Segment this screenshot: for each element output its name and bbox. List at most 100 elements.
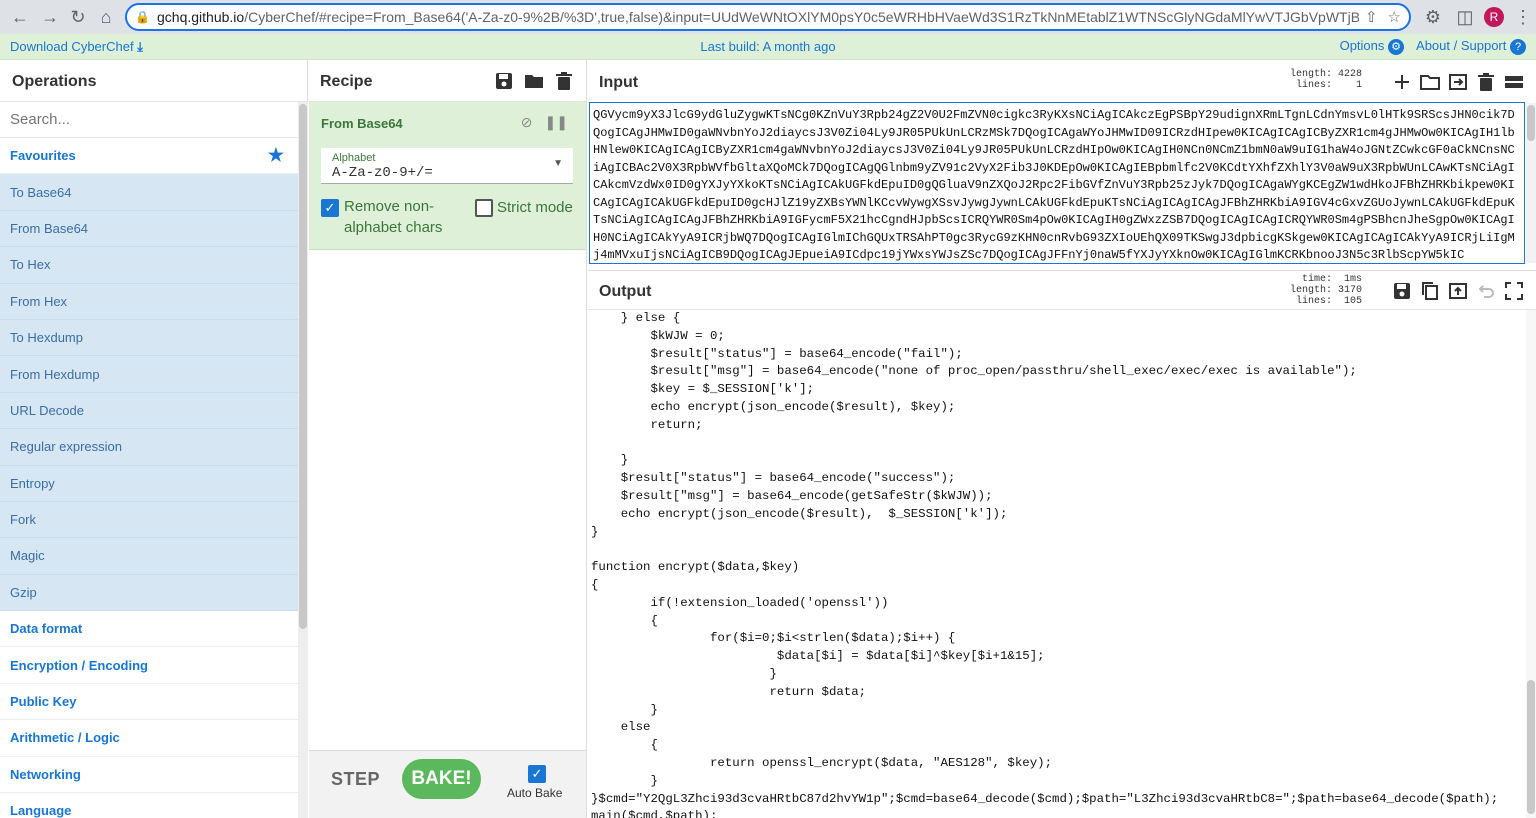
category-encryption-encoding[interactable]: Encryption / Encoding xyxy=(0,647,298,684)
output-line: return; xyxy=(591,417,703,432)
output-scrollbar[interactable] xyxy=(1526,310,1536,818)
auto-bake-checkbox[interactable]: ✓ xyxy=(528,765,546,783)
operation-regular-expression[interactable]: Regular expression xyxy=(0,429,298,466)
save-icon[interactable] xyxy=(494,71,514,91)
strict-mode-checkbox[interactable] xyxy=(475,199,493,217)
extensions-icon[interactable]: ⚙ xyxy=(1420,3,1446,31)
operation-url-decode[interactable]: URL Decode xyxy=(0,392,298,430)
open-file-icon[interactable] xyxy=(1448,72,1468,92)
category-language[interactable]: Language xyxy=(0,793,298,818)
output-line: return $data; xyxy=(591,684,867,699)
bake-button[interactable]: BAKE! xyxy=(402,759,481,799)
operation-fork[interactable]: Fork xyxy=(0,501,298,539)
output-line: else xyxy=(591,720,651,735)
alphabet-value: A-Za-z0-9+/= xyxy=(332,165,433,181)
recipe-panel: Recipe From Base64 ⊘ ❚❚ Alphabet A-Za-z0… xyxy=(309,60,587,818)
alphabet-label: Alphabet xyxy=(332,152,376,164)
clear-input-trash-icon[interactable] xyxy=(1476,72,1496,92)
operation-to-hexdump[interactable]: To Hexdump xyxy=(0,319,298,357)
output-line: { xyxy=(591,577,599,592)
browser-toolbar: ← → ↻ ⌂ 🔒 gchq.github.io/CyberChef/#reci… xyxy=(0,0,1536,34)
options-label: Options xyxy=(1339,38,1385,53)
disable-icon[interactable]: ⊘ xyxy=(521,114,533,131)
options-link[interactable]: Options ⚙ xyxy=(1339,38,1405,55)
operation-magic[interactable]: Magic xyxy=(0,538,298,575)
category-public-key[interactable]: Public Key xyxy=(0,684,298,721)
url-text[interactable]: gchq.github.io/CyberChef/#recipe=From_Ba… xyxy=(157,9,1359,25)
download-label: Download CyberChef xyxy=(10,39,134,54)
input-lines-value: 1 xyxy=(1355,80,1362,91)
step-button[interactable]: STEP xyxy=(331,769,380,790)
share-icon[interactable]: ⇧ xyxy=(1365,8,1378,26)
back-icon[interactable]: ← xyxy=(6,3,34,31)
output-line: $key = $_SESSION['k']; xyxy=(591,382,815,397)
sidepanel-icon[interactable]: ◫ xyxy=(1452,3,1478,31)
output-line: } xyxy=(591,702,658,717)
auto-bake-label: Auto Bake xyxy=(507,786,563,800)
category-data-format[interactable]: Data format xyxy=(0,611,298,648)
output-line: if(!extension_loaded('openssl')) xyxy=(591,595,889,610)
last-build-text: Last build: A month ago xyxy=(700,39,836,54)
about-support-link[interactable]: About / Support ? xyxy=(1416,38,1526,55)
output-time-label: time: xyxy=(1301,274,1332,285)
operation-from-hex[interactable]: From Hex xyxy=(0,283,298,320)
output-line: } xyxy=(591,524,599,539)
output-length-value: 3170 xyxy=(1337,285,1362,296)
top-banner: Download CyberChef ⤓ Last build: A month… xyxy=(0,34,1536,60)
input-textarea[interactable]: QGVycm9yX3JlcG9ydGluZygwKTsNCg0KZnVuY3Rp… xyxy=(589,102,1525,264)
maximise-icon[interactable] xyxy=(1504,281,1524,301)
output-line: $kWJW = 0; xyxy=(591,328,725,343)
output-lines-value: 105 xyxy=(1343,296,1362,307)
lock-icon[interactable]: 🔒 xyxy=(135,10,157,24)
operation-entropy[interactable]: Entropy xyxy=(0,465,298,502)
input-length-value: 4228 xyxy=(1337,69,1362,80)
download-cyberchef-link[interactable]: Download CyberChef ⤓ xyxy=(10,39,143,55)
alphabet-select[interactable]: Alphabet A-Za-z0-9+/= ▼ xyxy=(321,148,573,184)
remove-non-alpha-label: Remove non-alphabet chars xyxy=(344,198,443,236)
menu-icon[interactable]: ⋮ xyxy=(1510,3,1536,31)
add-tab-icon[interactable] xyxy=(1392,72,1412,92)
operation-from-hexdump[interactable]: From Hexdump xyxy=(0,356,298,393)
output-header: Output time: 1ms length: 3170 lines: 105 xyxy=(588,270,1536,310)
open-folder-icon[interactable] xyxy=(1420,72,1440,92)
output-line: $result["msg"] = base64_encode(getSafeSt… xyxy=(591,488,993,503)
folder-icon[interactable] xyxy=(524,71,544,91)
copy-icon[interactable] xyxy=(1420,281,1440,301)
output-line: $result["status"] = base64_encode("fail"… xyxy=(591,346,963,361)
replace-input-icon[interactable] xyxy=(1448,281,1468,301)
operation-gzip[interactable]: Gzip xyxy=(0,574,298,612)
operation-from-base64[interactable]: From Base64 xyxy=(0,210,298,248)
chevron-down-icon: ▼ xyxy=(553,158,563,169)
output-text-area[interactable]: } else { $kWJW = 0; $result["status"] = … xyxy=(591,310,1523,818)
address-bar[interactable]: 🔒 gchq.github.io/CyberChef/#recipe=From_… xyxy=(125,3,1411,31)
output-line: $result["msg"] = base64_encode("none of … xyxy=(591,364,1357,379)
category-arithmetic-logic[interactable]: Arithmetic / Logic xyxy=(0,720,298,757)
help-icon: ? xyxy=(1510,38,1526,55)
input-stats: length: 4228 lines: 1 xyxy=(1276,69,1362,91)
trash-icon[interactable] xyxy=(554,71,574,91)
forward-icon[interactable]: → xyxy=(36,3,64,31)
profile-avatar[interactable]: R xyxy=(1484,7,1504,27)
reload-icon[interactable]: ↻ xyxy=(64,3,92,31)
input-length-label: length: xyxy=(1289,69,1332,80)
bookmark-star-icon[interactable]: ☆ xyxy=(1388,8,1401,26)
remove-non-alpha-checkbox[interactable]: ✓ xyxy=(321,199,339,217)
output-line: } xyxy=(591,666,777,681)
operations-scrollbar[interactable] xyxy=(298,102,308,818)
undo-icon[interactable] xyxy=(1476,281,1496,301)
category-networking[interactable]: Networking xyxy=(0,757,298,794)
pause-icon[interactable]: ❚❚ xyxy=(545,114,568,131)
category-favourites[interactable]: Favourites ★ xyxy=(0,138,298,175)
layout-icon[interactable] xyxy=(1504,72,1524,92)
save-output-icon[interactable] xyxy=(1392,281,1412,301)
operation-to-hex[interactable]: To Hex xyxy=(0,247,298,284)
operations-list: Favourites ★ To Base64 From Base64 To Hex… xyxy=(0,138,298,818)
operations-search-input[interactable] xyxy=(0,102,298,138)
operation-to-base64[interactable]: To Base64 xyxy=(0,174,298,211)
io-panel: Input length: 4228 lines: 1 QGVycm9yX3Jl… xyxy=(588,60,1536,818)
home-icon[interactable]: ⌂ xyxy=(92,3,120,31)
output-line: } xyxy=(591,453,629,468)
input-scrollbar[interactable] xyxy=(1526,103,1536,263)
output-line: echo encrypt(json_encode($result), $key)… xyxy=(591,399,956,414)
